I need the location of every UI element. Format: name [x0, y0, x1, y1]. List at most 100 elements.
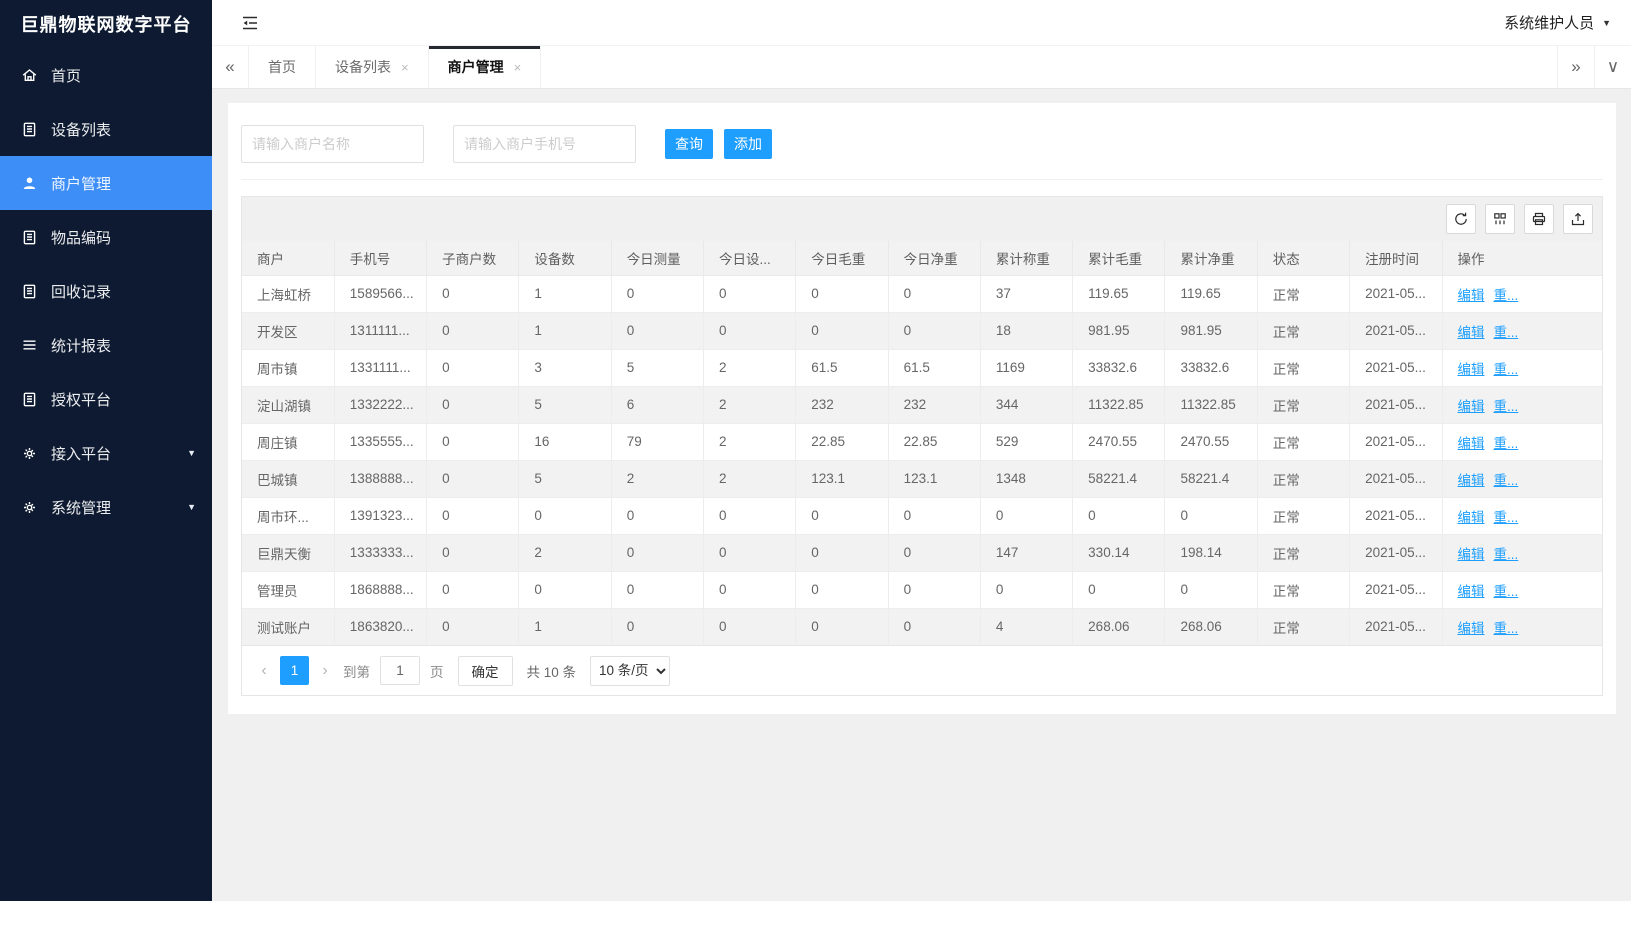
- reset-link[interactable]: 重...: [1494, 621, 1519, 636]
- reset-link[interactable]: 重...: [1494, 473, 1519, 488]
- table-cell: 2470.55: [1165, 423, 1257, 460]
- tab-设备列表[interactable]: 设备列表×: [316, 46, 429, 88]
- page-size-select[interactable]: 10 条/页: [590, 656, 670, 686]
- collapse-sidebar-icon[interactable]: [241, 13, 263, 33]
- user-menu[interactable]: 系统维护人员 ▼: [1504, 12, 1611, 33]
- pagination-prev-icon[interactable]: ‹: [256, 662, 272, 680]
- sidebar-item-物品编码[interactable]: 物品编码: [0, 210, 212, 264]
- print-icon[interactable]: [1524, 204, 1554, 234]
- sidebar-item-接入平台[interactable]: 接入平台▼: [0, 426, 212, 480]
- export-icon[interactable]: [1563, 204, 1593, 234]
- table-cell: 0: [796, 534, 888, 571]
- table-cell: 0: [519, 497, 611, 534]
- edit-link[interactable]: 编辑: [1458, 473, 1485, 488]
- sidebar-item-统计报表[interactable]: 统计报表: [0, 318, 212, 372]
- table-cell: 0: [703, 275, 795, 312]
- close-icon[interactable]: ×: [401, 60, 409, 75]
- edit-link[interactable]: 编辑: [1458, 510, 1485, 525]
- chevron-down-icon: ▼: [187, 502, 196, 512]
- reset-link[interactable]: 重...: [1494, 399, 1519, 414]
- pagination-next-icon[interactable]: ›: [317, 662, 333, 680]
- tab-bar: « 首页设备列表×商户管理× » ∨: [212, 46, 1631, 89]
- query-button[interactable]: 查询: [665, 129, 713, 159]
- table-cell: 测试账户: [242, 608, 334, 645]
- column-header: 今日测量: [611, 241, 703, 275]
- edit-link[interactable]: 编辑: [1458, 399, 1485, 414]
- edit-link[interactable]: 编辑: [1458, 288, 1485, 303]
- reset-link[interactable]: 重...: [1494, 325, 1519, 340]
- gear-icon: [21, 445, 38, 462]
- reset-link[interactable]: 重...: [1494, 362, 1519, 377]
- table-cell: 147: [980, 534, 1072, 571]
- table-cell: 周市环...: [242, 497, 334, 534]
- merchant-name-input[interactable]: [241, 125, 424, 163]
- table-cell: 巨鼎天衡: [242, 534, 334, 571]
- edit-link[interactable]: 编辑: [1458, 547, 1485, 562]
- table-cell: 0: [796, 275, 888, 312]
- table-cell: 2: [703, 386, 795, 423]
- edit-link[interactable]: 编辑: [1458, 325, 1485, 340]
- sidebar-item-设备列表[interactable]: 设备列表: [0, 102, 212, 156]
- close-icon[interactable]: ×: [514, 60, 522, 75]
- table-row: 淀山湖镇1332222...056223223234411322.8511322…: [242, 386, 1602, 423]
- table-cell: 2021-05...: [1350, 460, 1442, 497]
- edit-link[interactable]: 编辑: [1458, 362, 1485, 377]
- tab-首页[interactable]: 首页: [249, 46, 316, 88]
- sidebar-item-回收记录[interactable]: 回收记录: [0, 264, 212, 318]
- pagination-page-1[interactable]: 1: [280, 656, 309, 685]
- home-icon: [21, 67, 38, 84]
- table-cell: 0: [703, 608, 795, 645]
- table-cell: 2021-05...: [1350, 312, 1442, 349]
- table-cell: 119.65: [1073, 275, 1165, 312]
- table-cell: 1311111...: [334, 312, 426, 349]
- sidebar-item-首页[interactable]: 首页: [0, 48, 212, 102]
- reset-link[interactable]: 重...: [1494, 288, 1519, 303]
- table-cell: 123.1: [796, 460, 888, 497]
- tabs-scroll-left-button[interactable]: «: [212, 46, 249, 88]
- column-header: 今日毛重: [796, 241, 888, 275]
- tab-label: 首页: [268, 57, 296, 77]
- table-cell: 0: [611, 497, 703, 534]
- reset-link[interactable]: 重...: [1494, 547, 1519, 562]
- sidebar-item-授权平台[interactable]: 授权平台: [0, 372, 212, 426]
- table-cell: 2021-05...: [1350, 497, 1442, 534]
- table-cell: 79: [611, 423, 703, 460]
- table-cell: 5: [519, 386, 611, 423]
- table-cell: 330.14: [1073, 534, 1165, 571]
- reset-link[interactable]: 重...: [1494, 510, 1519, 525]
- reset-link[interactable]: 重...: [1494, 584, 1519, 599]
- table-cell: 119.65: [1165, 275, 1257, 312]
- goto-page-input[interactable]: [380, 656, 420, 685]
- tab-商户管理[interactable]: 商户管理×: [429, 46, 542, 88]
- table-row: 周市环...1391323...000000000正常2021-05...编辑重…: [242, 497, 1602, 534]
- table-cell: 1863820...: [334, 608, 426, 645]
- sidebar-item-系统管理[interactable]: 系统管理▼: [0, 480, 212, 534]
- table-cell: 1333333...: [334, 534, 426, 571]
- table-cell: 0: [1165, 571, 1257, 608]
- column-header: 商户: [242, 241, 334, 275]
- main-area: 系统维护人员 ▼ « 首页设备列表×商户管理× » ∨ 查询 添加: [212, 0, 1631, 901]
- table-cell: 2021-05...: [1350, 423, 1442, 460]
- tabs-scroll-right-button[interactable]: »: [1557, 46, 1594, 88]
- reset-link[interactable]: 重...: [1494, 436, 1519, 451]
- edit-link[interactable]: 编辑: [1458, 621, 1485, 636]
- table-cell: 123.1: [888, 460, 980, 497]
- table-cell: 2021-05...: [1350, 571, 1442, 608]
- goto-confirm-button[interactable]: 确定: [458, 656, 513, 686]
- merchant-phone-input[interactable]: [453, 125, 636, 163]
- table-cell: 上海虹桥: [242, 275, 334, 312]
- sidebar-item-商户管理[interactable]: 商户管理: [0, 156, 212, 210]
- table-cell: 1335555...: [334, 423, 426, 460]
- table-cell: 981.95: [1165, 312, 1257, 349]
- add-button[interactable]: 添加: [724, 129, 772, 159]
- table-cell: 0: [796, 312, 888, 349]
- table-cell: 1: [519, 312, 611, 349]
- tabs-more-button[interactable]: ∨: [1594, 46, 1631, 88]
- edit-link[interactable]: 编辑: [1458, 584, 1485, 599]
- refresh-icon[interactable]: [1446, 204, 1476, 234]
- columns-filter-icon[interactable]: [1485, 204, 1515, 234]
- table-row: 测试账户1863820...0100004268.06268.06正常2021-…: [242, 608, 1602, 645]
- column-header: 操作: [1442, 241, 1602, 275]
- edit-link[interactable]: 编辑: [1458, 436, 1485, 451]
- table-toolbar: [242, 197, 1602, 241]
